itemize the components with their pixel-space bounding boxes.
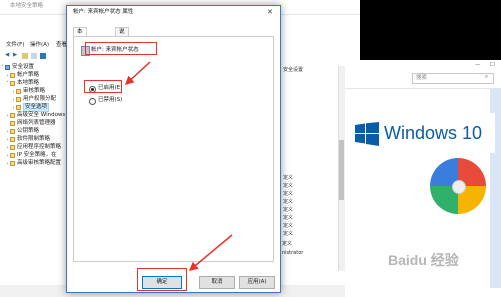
annotation-arrow-enabled xyxy=(124,61,151,86)
annotation-arrow-ok xyxy=(188,234,233,271)
annotation-arrows xyxy=(124,61,233,271)
